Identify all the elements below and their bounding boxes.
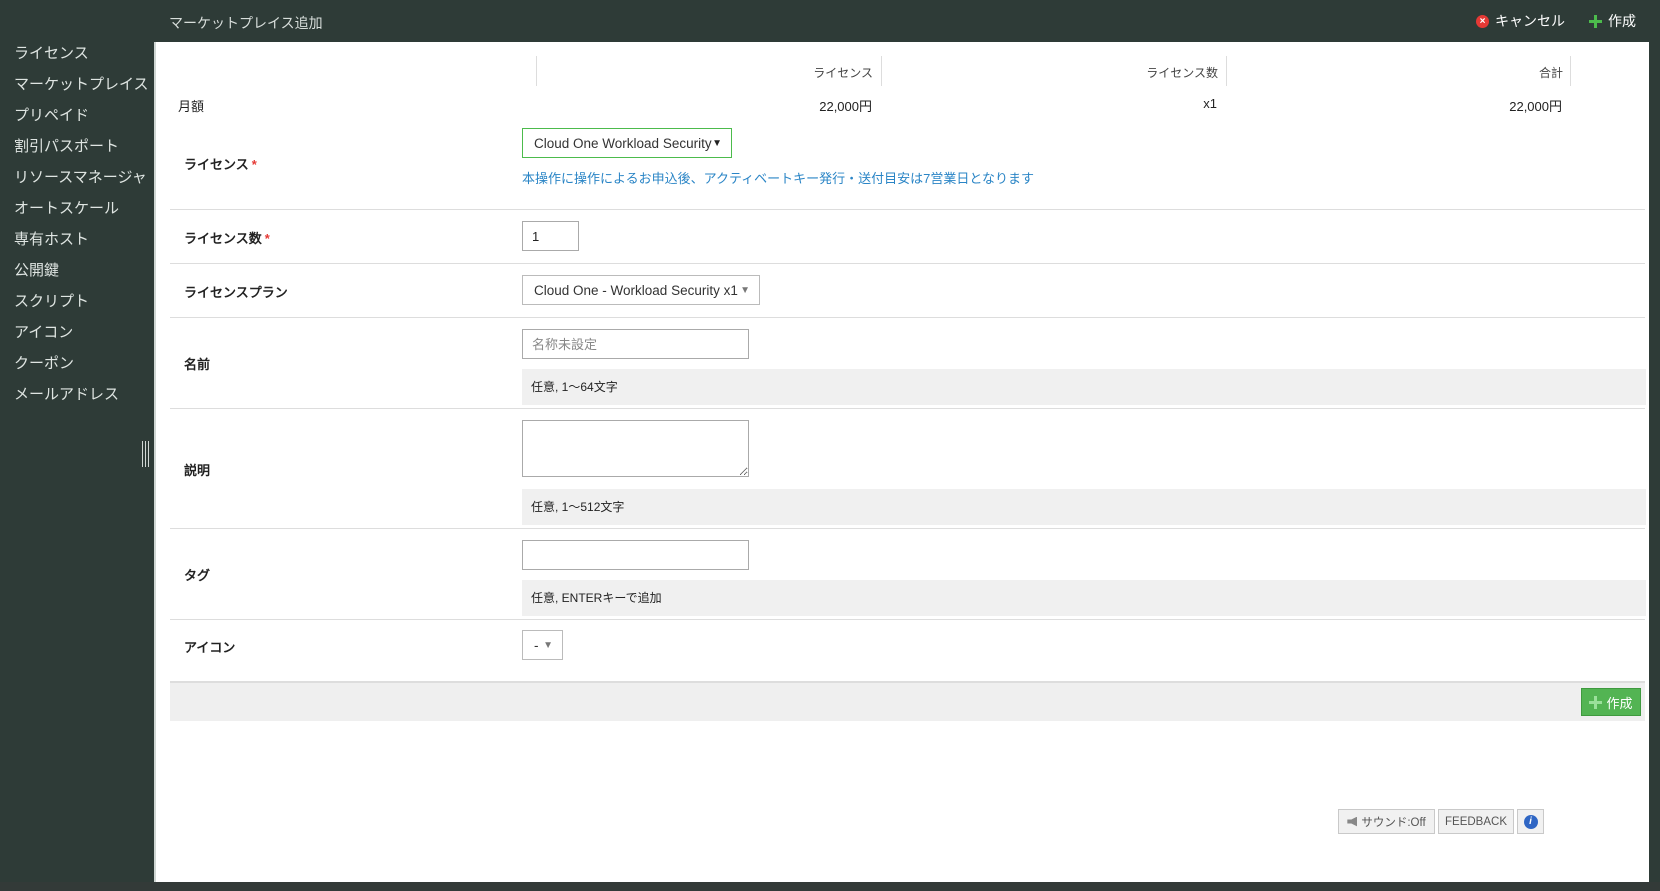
form-row-tag: タグ 任意, ENTERキーで追加 (170, 528, 1646, 620)
name-hint: 任意, 1～64文字 (522, 369, 1646, 405)
form-row-description: 説明 任意, 1～512文字 (170, 408, 1646, 529)
price-header-total: 合計 (1226, 56, 1571, 86)
sidebar-item-marketplace[interactable]: マーケットプレイス (0, 69, 154, 100)
sound-toggle-button[interactable]: サウンド:Off (1338, 809, 1435, 834)
icon-label: アイコン (184, 640, 236, 655)
sidebar-item-script[interactable]: スクリプト (0, 286, 154, 317)
create-top-button[interactable]: 作成 (1589, 11, 1636, 31)
sidebar-item-resource-manager[interactable]: リソースマネージャ (0, 162, 154, 193)
bottom-strip (0, 882, 1660, 891)
info-button[interactable]: i (1517, 809, 1544, 834)
form-row-license-plan: ライセンスプラン Cloud One - Workload Security x… (170, 263, 1645, 318)
cancel-button[interactable]: × キャンセル (1476, 11, 1565, 31)
sidebar: ライセンス マーケットプレイス プリペイド 割引パスポート リソースマネージャ … (0, 42, 154, 882)
chevron-down-icon: ▼ (543, 640, 553, 651)
form-row-name: 名前 任意, 1～64文字 (170, 317, 1646, 409)
license-count-input[interactable] (522, 221, 579, 251)
feedback-button[interactable]: FEEDBACK (1438, 809, 1514, 834)
description-hint: 任意, 1～512文字 (522, 489, 1646, 525)
cancel-icon: × (1476, 14, 1489, 28)
license-label: ライセンス * (184, 157, 257, 172)
plus-icon (1589, 14, 1602, 28)
price-total-value: 22,000円 (1509, 99, 1562, 114)
sidebar-item-email[interactable]: メールアドレス (0, 379, 154, 410)
sidebar-item-public-key[interactable]: 公開鍵 (0, 255, 154, 286)
form-row-license-count: ライセンス数 * (170, 209, 1645, 264)
speaker-icon (1347, 816, 1358, 827)
tag-input[interactable] (522, 540, 749, 570)
page-title: マーケットプレイス追加 (169, 15, 323, 31)
license-plan-select[interactable]: Cloud One - Workload Security x1 ▼ (522, 275, 760, 305)
license-count-label: ライセンス数 * (184, 231, 270, 246)
form-row-icon: アイコン - ▼ (170, 619, 1645, 681)
utility-buttons: サウンド:Off FEEDBACK i (1338, 809, 1544, 834)
license-select[interactable]: Cloud One Workload Security ▼ (522, 128, 732, 158)
sidebar-item-autoscale[interactable]: オートスケール (0, 193, 154, 224)
plus-icon (1589, 695, 1603, 709)
sidebar-item-icon[interactable]: アイコン (0, 317, 154, 348)
price-header-count: ライセンス数 (881, 56, 1226, 86)
create-button[interactable]: 作成 (1581, 688, 1641, 716)
name-input[interactable] (522, 329, 749, 359)
form-row-license: ライセンス * Cloud One Workload Security ▼ 本操作… (170, 124, 1645, 210)
vertical-scrollbar[interactable] (1649, 42, 1660, 882)
chevron-down-icon: ▼ (740, 285, 750, 296)
sidebar-resize-handle[interactable] (142, 441, 150, 467)
create-top-label: 作成 (1608, 13, 1636, 29)
sidebar-item-dedicated-host[interactable]: 専有ホスト (0, 224, 154, 255)
create-button-label: 作成 (1606, 695, 1633, 711)
description-textarea[interactable] (522, 420, 749, 477)
top-actions: × キャンセル 作成 (1476, 11, 1636, 31)
price-row-label: 月額 (178, 99, 205, 114)
cancel-label: キャンセル (1495, 13, 1565, 29)
chevron-down-icon: ▼ (712, 138, 722, 149)
tag-label: タグ (184, 568, 211, 583)
sidebar-item-license[interactable]: ライセンス (0, 38, 154, 69)
price-count-value: x1 (1203, 96, 1217, 111)
sidebar-item-discount-passport[interactable]: 割引パスポート (0, 131, 154, 162)
top-bar: マーケットプレイス追加 × キャンセル 作成 (0, 0, 1660, 42)
tag-hint: 任意, ENTERキーで追加 (522, 580, 1646, 616)
name-label: 名前 (184, 357, 211, 372)
main-content: ライセンス ライセンス数 合計 月額 22,000円 x1 22,000円 ライ… (154, 42, 1651, 882)
price-license-value: 22,000円 (819, 99, 872, 114)
price-header-license: ライセンス (536, 56, 881, 86)
info-icon: i (1523, 814, 1538, 829)
description-label: 説明 (184, 463, 211, 478)
sidebar-item-prepaid[interactable]: プリペイド (0, 100, 154, 131)
license-plan-label: ライセンスプラン (184, 285, 288, 300)
license-note: 本操作に操作によるお申込後、アクティベートキー発行・送付目安は7営業日となります (522, 171, 1035, 186)
sidebar-item-coupon[interactable]: クーポン (0, 348, 154, 379)
icon-select[interactable]: - ▼ (522, 630, 563, 660)
form-footer: 作成 (170, 681, 1645, 721)
